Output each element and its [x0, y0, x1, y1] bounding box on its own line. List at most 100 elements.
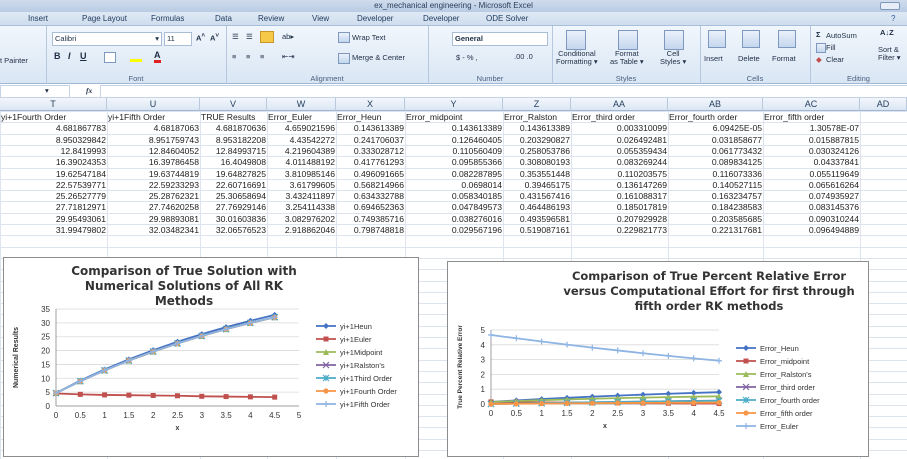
table-cell[interactable]: 22.60716691 — [200, 180, 267, 191]
cell-styles-button[interactable]: Cell Styles ▾ — [660, 50, 686, 66]
tab-developer-2[interactable]: Developer — [423, 12, 459, 26]
table-cell[interactable]: 0.431567416 — [503, 191, 571, 202]
table-cell[interactable]: 8.953182208 — [200, 135, 267, 146]
table-cell[interactable]: 0.221317681 — [668, 225, 763, 236]
align-bottom-icon[interactable] — [260, 31, 274, 43]
table-header-cell[interactable]: Error_fifth order — [763, 112, 860, 123]
table-header-cell[interactable]: Error_Heun — [336, 112, 405, 123]
format-as-table-icon[interactable] — [618, 30, 638, 50]
table-cell[interactable]: 19.62547184 — [0, 169, 107, 180]
column-header-AC[interactable]: AC — [763, 98, 860, 111]
merge-center-icon[interactable] — [338, 53, 350, 64]
table-cell[interactable]: 0.096494889 — [763, 225, 860, 236]
table-cell[interactable]: 0.694652363 — [336, 202, 405, 213]
column-header-AB[interactable]: AB — [668, 98, 763, 111]
minimize-button[interactable] — [880, 2, 900, 10]
table-header-cell[interactable]: yi+1Fifth Order — [107, 112, 200, 123]
table-cell[interactable]: 4.681867783 — [0, 123, 107, 134]
column-header-Z[interactable]: Z — [503, 98, 571, 111]
number-format-select[interactable]: General — [452, 32, 548, 46]
tab-page-layout[interactable]: Page Layout — [82, 12, 127, 26]
table-cell[interactable]: 27.74620258 — [107, 202, 200, 213]
table-cell[interactable]: 0.058340185 — [405, 191, 503, 202]
table-cell[interactable]: 27.76929146 — [200, 202, 267, 213]
name-box-dropdown-icon[interactable]: ▾ — [45, 86, 49, 95]
merge-center-button[interactable]: Merge & Center — [352, 53, 405, 62]
wrap-text-icon[interactable] — [338, 32, 350, 43]
chart-rk-errors[interactable]: Comparison of True Percent Relative Erro… — [447, 261, 869, 457]
table-cell[interactable]: 29.95493061 — [0, 214, 107, 225]
align-center-icon[interactable]: ≡ — [246, 52, 250, 61]
underline-button[interactable]: U — [80, 51, 87, 61]
table-cell[interactable]: 0.203585685 — [668, 214, 763, 225]
table-cell[interactable]: 12.84993715 — [200, 146, 267, 157]
table-cell[interactable]: 0.003310099 — [571, 123, 668, 134]
table-cell[interactable]: 0.047849573 — [405, 202, 503, 213]
tab-formulas[interactable]: Formulas — [151, 12, 184, 26]
currency-percent-buttons[interactable]: $ - % , — [456, 53, 478, 62]
table-cell[interactable]: 0.089834125 — [668, 157, 763, 168]
table-cell[interactable]: 0.095855366 — [405, 157, 503, 168]
table-cell[interactable]: 12.84604052 — [107, 146, 200, 157]
conditional-formatting-icon[interactable] — [566, 30, 586, 50]
table-cell[interactable]: 3.254114338 — [267, 202, 336, 213]
fill-icon[interactable] — [816, 43, 826, 53]
table-cell[interactable]: 0.136147269 — [571, 180, 668, 191]
column-header-V[interactable]: V — [200, 98, 267, 111]
table-cell[interactable]: 0.308080193 — [503, 157, 571, 168]
grow-font-icon[interactable]: A˄ — [196, 32, 205, 43]
table-cell[interactable]: 16.4049808 — [200, 157, 267, 168]
wrap-text-button[interactable]: Wrap Text — [352, 33, 386, 42]
table-cell[interactable]: 0.029567196 — [405, 225, 503, 236]
table-cell[interactable]: 2.918862046 — [267, 225, 336, 236]
table-cell[interactable]: 0.116073336 — [668, 169, 763, 180]
format-as-table-button[interactable]: Format as Table ▾ — [610, 50, 644, 66]
font-color-icon[interactable]: A — [154, 50, 161, 63]
table-cell[interactable]: 0.143613389 — [405, 123, 503, 134]
table-cell[interactable]: 25.30658694 — [200, 191, 267, 202]
sort-filter-icon[interactable]: A↓Z — [880, 28, 894, 37]
table-cell[interactable]: 0.015887815 — [763, 135, 860, 146]
table-cell[interactable]: 0.031858677 — [668, 135, 763, 146]
format-cells-icon[interactable] — [778, 30, 796, 48]
table-cell[interactable]: 8.950329842 — [0, 135, 107, 146]
table-cell[interactable]: 19.63744819 — [107, 169, 200, 180]
fill-button[interactable]: Fill — [826, 43, 836, 52]
table-cell[interactable]: 0.038276016 — [405, 214, 503, 225]
column-header-X[interactable]: X — [336, 98, 405, 111]
table-cell[interactable]: 0.110203575 — [571, 169, 668, 180]
table-cell[interactable]: 0.065616264 — [763, 180, 860, 191]
font-name-select[interactable]: Calibri ▾ — [52, 32, 162, 46]
sort-filter-button[interactable]: Sort & Filter ▾ — [878, 46, 901, 62]
table-cell[interactable]: 0.055119649 — [763, 169, 860, 180]
table-cell[interactable]: 3.432411897 — [267, 191, 336, 202]
table-cell[interactable]: 0.798748818 — [336, 225, 405, 236]
tab-developer[interactable]: Developer — [357, 12, 393, 26]
column-header-U[interactable]: U — [107, 98, 200, 111]
eraser-icon[interactable]: ◆ — [816, 55, 822, 64]
table-cell[interactable]: 0.04337841 — [763, 157, 860, 168]
table-cell[interactable]: 25.28762321 — [107, 191, 200, 202]
format-cells-button[interactable]: Format — [772, 54, 796, 63]
table-cell[interactable]: 4.219604389 — [267, 146, 336, 157]
table-cell[interactable]: 27.71812971 — [0, 202, 107, 213]
table-cell[interactable]: 12.8419993 — [0, 146, 107, 157]
table-cell[interactable]: 4.659021596 — [267, 123, 336, 134]
table-cell[interactable]: 0.074935927 — [763, 191, 860, 202]
table-cell[interactable]: 32.06576523 — [200, 225, 267, 236]
table-cell[interactable]: 16.39024353 — [0, 157, 107, 168]
table-cell[interactable]: 3.810985146 — [267, 169, 336, 180]
table-header-cell[interactable]: Error_midpoint — [405, 112, 503, 123]
tab-insert[interactable]: Insert — [28, 12, 48, 26]
table-cell[interactable]: 22.59233293 — [107, 180, 200, 191]
table-header-cell[interactable]: Error_fourth order — [668, 112, 763, 123]
table-cell[interactable]: 0.207929928 — [571, 214, 668, 225]
table-cell[interactable]: 0.353551448 — [503, 169, 571, 180]
table-cell[interactable]: 8.951759743 — [107, 135, 200, 146]
table-cell[interactable]: 0.110560409 — [405, 146, 503, 157]
table-cell[interactable]: 0.083269244 — [571, 157, 668, 168]
bold-button[interactable]: B — [54, 51, 61, 61]
tab-ode-solver[interactable]: ODE Solver — [486, 12, 528, 26]
orientation-icon[interactable]: ab▸ — [282, 32, 294, 41]
table-cell[interactable]: 0.568214966 — [336, 180, 405, 191]
